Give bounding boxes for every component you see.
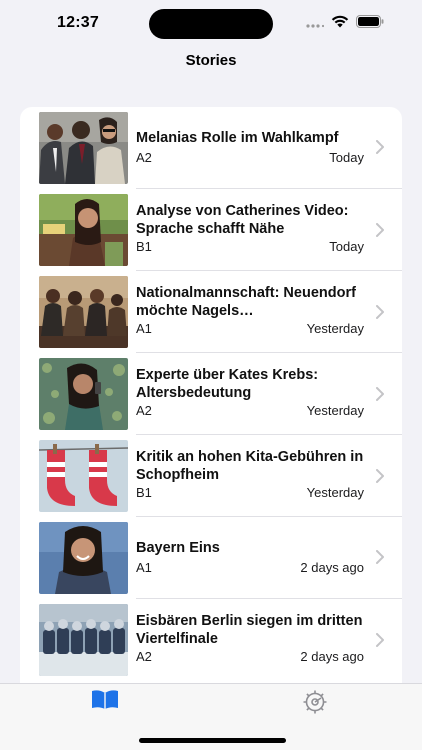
story-row[interactable]: Bayern Eins A1 2 days ago xyxy=(20,517,402,599)
story-date: Yesterday xyxy=(306,403,364,418)
story-level: B1 xyxy=(136,239,152,254)
story-title: Bayern Eins xyxy=(136,540,220,556)
tab-stories[interactable] xyxy=(91,689,119,716)
story-date: Today xyxy=(329,239,364,254)
story-thumbnail xyxy=(39,276,128,348)
story-date: Yesterday xyxy=(306,321,364,336)
chevron-right-icon xyxy=(376,305,384,319)
system-icons xyxy=(306,15,384,28)
book-icon xyxy=(92,690,118,709)
story-date: Today xyxy=(329,150,364,165)
chevron-right-icon xyxy=(376,550,384,564)
story-thumbnail xyxy=(39,522,128,594)
story-date: 2 days ago xyxy=(300,560,364,575)
story-date: Yesterday xyxy=(306,485,364,500)
story-date: 2 days ago xyxy=(300,649,364,664)
story-title: Experte über Kates Krebs: Altersbedeutun… xyxy=(136,367,319,401)
story-level: A2 xyxy=(136,403,152,418)
story-row[interactable]: Nationalmannschaft: Neuendorf möchte Nag… xyxy=(20,271,402,353)
story-level: B1 xyxy=(136,485,152,500)
story-level: A1 xyxy=(136,321,152,336)
story-title: Kritik an hohen Kita-Gebühren in Schopfh… xyxy=(136,449,364,483)
chevron-right-icon xyxy=(376,633,384,647)
dynamic-island xyxy=(149,9,273,39)
chevron-right-icon xyxy=(376,223,384,237)
page-title: Stories xyxy=(185,52,237,69)
chevron-right-icon xyxy=(376,469,384,483)
chevron-right-icon xyxy=(376,140,384,154)
story-thumbnail xyxy=(39,440,128,512)
status-bar: 12:37 xyxy=(0,0,422,46)
story-title: Nationalmannschaft: Neuendorf möchte Nag… xyxy=(136,285,356,319)
story-row[interactable]: Experte über Kates Krebs: Altersbedeutun… xyxy=(20,353,402,435)
story-thumbnail xyxy=(39,604,128,676)
battery-icon xyxy=(356,15,384,28)
gear-icon xyxy=(303,690,327,714)
story-thumbnail xyxy=(39,194,128,266)
story-list: Melanias Rolle im Wahlkampf A2 Today Ana… xyxy=(20,107,402,683)
story-row[interactable]: Eisbären Berlin siegen im dritten Vierte… xyxy=(20,599,402,681)
story-title: Eisbären Berlin siegen im dritten Vierte… xyxy=(136,613,363,647)
story-level: A2 xyxy=(136,649,152,664)
status-time: 12:37 xyxy=(57,14,99,31)
story-title: Analyse von Catherines Video: Sprache sc… xyxy=(136,203,349,237)
story-row[interactable]: Analyse von Catherines Video: Sprache sc… xyxy=(20,189,402,271)
chevron-right-icon xyxy=(376,387,384,401)
story-title: Melanias Rolle im Wahlkampf xyxy=(136,130,339,146)
story-level: A1 xyxy=(136,560,152,575)
story-row[interactable]: Melanias Rolle im Wahlkampf A2 Today xyxy=(20,107,402,189)
story-thumbnail xyxy=(39,112,128,184)
story-row[interactable]: Kritik an hohen Kita-Gebühren in Schopfh… xyxy=(20,435,402,517)
story-level: A2 xyxy=(136,150,152,165)
home-indicator xyxy=(139,738,286,743)
tab-settings[interactable] xyxy=(302,689,328,720)
cellular-signal-icon xyxy=(306,23,324,28)
wifi-icon xyxy=(331,15,349,28)
story-thumbnail xyxy=(39,358,128,430)
